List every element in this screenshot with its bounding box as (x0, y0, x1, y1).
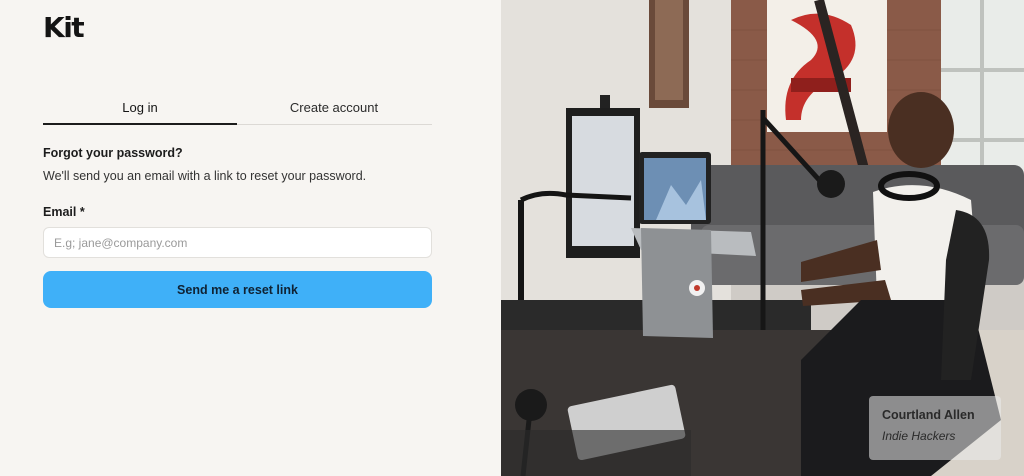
testimonial-name: Courtland Allen (882, 408, 975, 422)
email-field[interactable] (43, 227, 432, 258)
kit-logo[interactable]: Kit (43, 14, 85, 42)
forgot-password-title: Forgot your password? (43, 146, 183, 160)
email-label: Email * (43, 205, 85, 219)
tab-create-account[interactable]: Create account (237, 92, 431, 124)
tab-log-in[interactable]: Log in (43, 92, 237, 125)
login-panel: Kit Log in Create account Forgot your pa… (0, 0, 501, 476)
testimonial-caption: Courtland Allen Indie Hackers (869, 396, 1001, 460)
send-reset-link-button[interactable]: Send me a reset link (43, 271, 432, 308)
testimonial-organization: Indie Hackers (882, 429, 956, 443)
forgot-password-description: We'll send you an email with a link to r… (43, 169, 367, 183)
auth-tabs: Log in Create account (43, 92, 432, 125)
